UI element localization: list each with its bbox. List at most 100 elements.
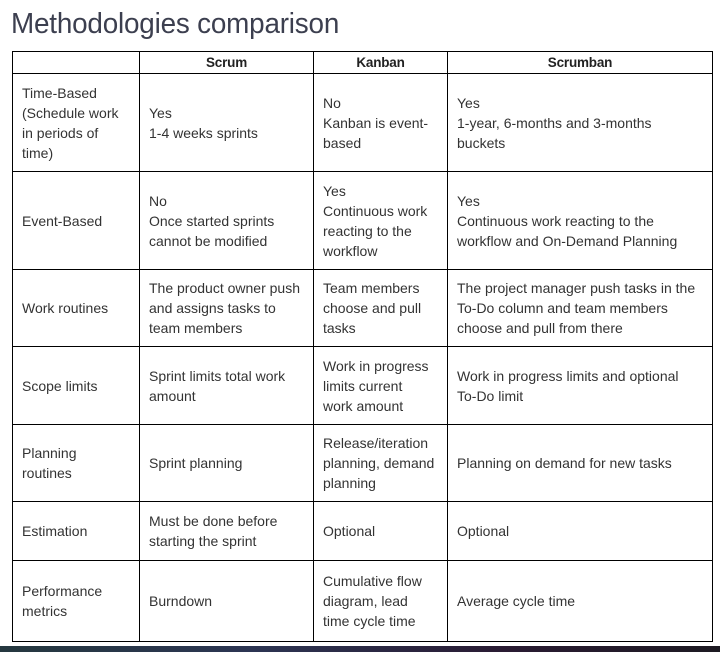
cell-text-line: reacting to the (323, 222, 412, 239)
cell-text-line: 1-4 weeks sprints (149, 124, 258, 141)
cell-text-line: To-Do limit (457, 387, 524, 404)
scrum-cell: Must be done before starting the sprint (139, 501, 314, 561)
cell-text-line: Planning on demand for new tasks (457, 455, 672, 471)
table-row: Time-Based (Schedule work in periods of tim… (12, 73, 713, 172)
column-header-scrumban: Scrumban (447, 51, 713, 74)
scrumban-cell: Optional (447, 501, 713, 561)
kanban-cell: Cumulative flow diagram, lead time cycle t… (313, 560, 448, 642)
cell-text-line: work amount (323, 397, 404, 414)
cell-text-line: in periods of (22, 124, 99, 141)
cell-text-line: Time-Based (22, 84, 97, 101)
cell-text-line: No (323, 94, 341, 111)
cell-text-line: Continuous work (323, 202, 428, 219)
scrum-cell: Burndown (139, 560, 314, 642)
cell-text-line: Work in progress (323, 357, 429, 374)
cell-text-line: diagram, lead (323, 593, 408, 609)
kanban-cell: Release/iteration planning, demand plannin… (313, 424, 448, 502)
cell-text-line: workflow and On-Demand Planning (457, 232, 678, 249)
page-title: Methodologies comparison (11, 8, 340, 40)
cell-text-line: (Schedule work (22, 104, 119, 121)
cell-text-line: choose and pull (323, 300, 422, 316)
scrumban-cell: The project manager push tasks in the To-… (447, 269, 713, 347)
cell-text-line: Team members (323, 280, 420, 296)
cell-text-line: limits current (323, 377, 403, 394)
cell-text-line: The product owner push (149, 280, 300, 296)
cell-text-line: amount (149, 387, 196, 404)
kanban-cell: Work in progress limits current work amoun… (313, 346, 448, 425)
cell-text-line: Optional (457, 523, 510, 539)
row-label-cell: Performance metrics (12, 560, 140, 642)
cell-text-line: Average cycle time (457, 593, 576, 609)
row-label-cell: Planning routines (12, 424, 140, 502)
cell-text-line: Must be done before (149, 513, 278, 529)
cell-text-line: Yes (457, 192, 480, 209)
cell-text-line: Optional (323, 523, 376, 539)
cell-text-line: team members (149, 320, 243, 336)
table-header-row: Scrum Kanban Scrumban (12, 51, 713, 74)
cell-text-line: cannot be modified (149, 232, 268, 249)
cell-text-line: The project manager push tasks in the (457, 280, 696, 296)
cell-text-line: tasks (323, 320, 356, 336)
cell-text-line: Yes (323, 182, 346, 199)
cell-text-line: Planning (22, 445, 77, 461)
cell-text-line: and assigns tasks to (149, 300, 276, 316)
table-row: Estimation Must be done before starting th… (12, 501, 713, 561)
table-row: Event-Based No Once started sprints cannot … (12, 171, 713, 270)
row-label-cell: Time-Based (Schedule work in periods of tim… (12, 73, 140, 172)
cell-text-line: based (323, 134, 362, 151)
kanban-cell: No Kanban is event-based (313, 73, 448, 172)
table-row: Scope limits Sprint limits total work amou… (12, 346, 713, 425)
scrum-cell: Yes 1-4 weeks sprints (139, 73, 314, 172)
scrum-cell: The product owner push and assigns tasks … (139, 269, 314, 347)
cell-text-line: Work in progress limits and optional (457, 367, 679, 384)
cell-text-line: Estimation (22, 523, 88, 539)
row-label-cell: Estimation (12, 501, 140, 561)
scrum-cell: Sprint limits total work amount (139, 346, 314, 425)
cell-text-line: Burndown (149, 593, 213, 609)
cell-text-line: Work routines (22, 300, 109, 316)
cell-text-line: Scope limits (22, 377, 98, 394)
scrumban-cell: Planning on demand for new tasks (447, 424, 713, 502)
cell-text-line: Performance (22, 583, 103, 599)
cell-text-line: choose and pull from there (457, 320, 623, 336)
cell-text-line: Yes (457, 94, 480, 111)
cell-text-line: starting the sprint (149, 533, 257, 549)
cell-text-line: To-Do column and team members (457, 300, 668, 316)
cell-text-line: routines (22, 465, 72, 481)
scrumban-cell: Yes 1-year, 6-months and 3-months buckets (447, 73, 713, 172)
column-header-kanban: Kanban (313, 51, 448, 74)
cell-text-line: metrics (22, 603, 68, 619)
cell-text-line: Sprint planning (149, 455, 243, 471)
cell-text-line: Release/iteration (323, 435, 429, 451)
scrumban-cell: Work in progress limits and optional To-D… (447, 346, 713, 425)
kanban-cell: Optional (313, 501, 448, 561)
table-row: Planning routines Sprint planning Release/i… (12, 424, 713, 502)
cell-text-line: Cumulative flow (323, 573, 422, 589)
table-row: Performance metrics Burndown Cumulative flo… (12, 560, 713, 642)
cell-text-line: time) (22, 144, 54, 161)
kanban-cell: Yes Continuous work reacting to the workflo… (313, 171, 448, 270)
cell-text-line: Event-Based (22, 212, 103, 229)
scrumban-cell: Yes Continuous work reacting to the workfl… (447, 171, 713, 270)
cell-text-line: Continuous work reacting to the (457, 212, 654, 229)
column-header-criteria (12, 51, 140, 74)
cell-text-line: Kanban is event- (323, 114, 429, 131)
scrumban-cell: Average cycle time (447, 560, 713, 642)
kanban-cell: Team members choose and pull tasks (313, 269, 448, 347)
bottom-bar (0, 646, 720, 652)
cell-text-line: buckets (457, 134, 506, 151)
cell-text-line: workflow (323, 242, 378, 259)
cell-text-line: planning (323, 475, 376, 491)
cell-text-line: Sprint limits total work (149, 367, 286, 384)
row-label-cell: Scope limits (12, 346, 140, 425)
cell-text-line: Once started sprints (149, 212, 275, 229)
row-label-cell: Event-Based (12, 171, 140, 270)
cell-text-line: No (149, 192, 167, 209)
methodologies-comparison-table: Scrum Kanban Scrumban Time-Based (Schedul… (12, 51, 713, 642)
row-label-cell: Work routines (12, 269, 140, 347)
scrum-cell: No Once started sprints cannot be modified (139, 171, 314, 270)
table-row: Work routines The product owner push and a… (12, 269, 713, 347)
cell-text-line: planning, demand (323, 455, 435, 471)
cell-text-line: 1-year, 6-months and 3-months (457, 114, 652, 131)
cell-text-line: time cycle time (323, 613, 416, 629)
